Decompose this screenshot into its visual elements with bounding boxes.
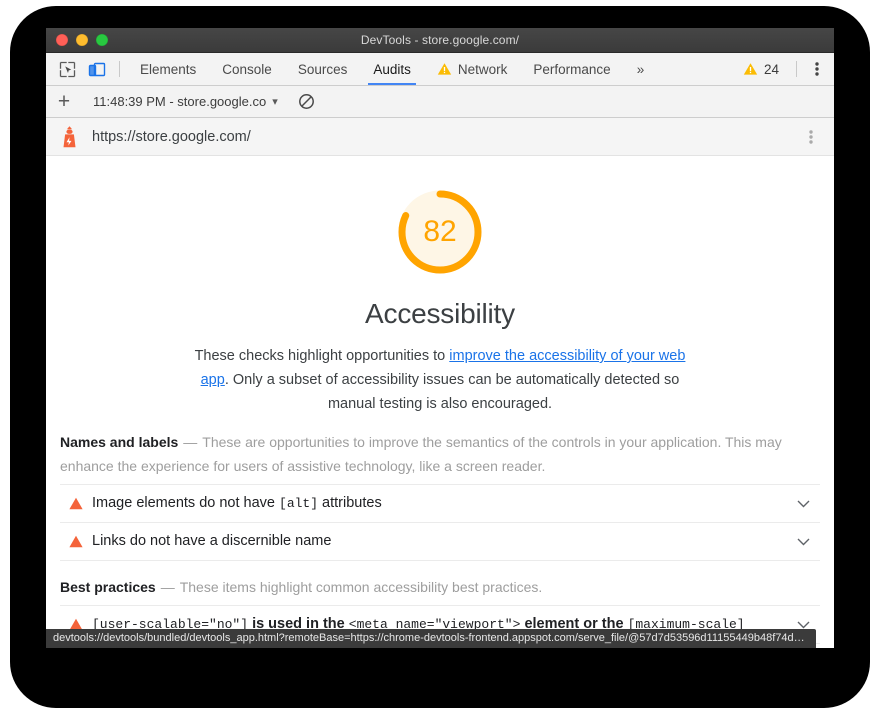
warning-count-label: 24 xyxy=(764,62,779,77)
tab-label: Performance xyxy=(533,62,610,77)
report-selector-dropdown[interactable]: 11:48:39 PM - store.google.co ▾ xyxy=(83,94,278,109)
description-text-part1: These checks highlight opportunities to xyxy=(195,348,450,364)
tab-overflow-button[interactable]: » xyxy=(624,53,658,85)
maximize-window-button[interactable] xyxy=(96,34,108,46)
kebab-menu-icon xyxy=(809,129,813,145)
chevron-down-icon[interactable] xyxy=(786,500,820,508)
description-text-part2: . Only a subset of accessibility issues … xyxy=(225,372,680,412)
tab-label: Elements xyxy=(140,62,196,77)
section-header: Best practices—These items highlight com… xyxy=(60,561,820,605)
tab-label: Network xyxy=(458,62,508,77)
score-gauge: 82 xyxy=(392,184,488,280)
warning-triangle-icon xyxy=(60,497,92,510)
report-body: 82 Accessibility These checks highlight … xyxy=(46,156,834,648)
kebab-menu-icon xyxy=(815,61,819,77)
toolbar-divider xyxy=(119,61,120,77)
audits-toolbar: + 11:48:39 PM - store.google.co ▾ xyxy=(46,86,834,118)
window-traffic-lights xyxy=(56,34,108,46)
warning-triangle-icon xyxy=(437,62,452,76)
tabstrip-spacer xyxy=(657,53,743,85)
tab-audits[interactable]: Audits xyxy=(360,53,424,85)
report-url-label: https://store.google.com/ xyxy=(92,129,788,145)
audit-title: Image elements do not have [alt] attribu… xyxy=(92,493,786,514)
audit-row[interactable]: Links do not have a discernible name xyxy=(60,522,820,561)
audit-title: Links do not have a discernible name xyxy=(92,531,786,552)
devtools-tabstrip: Elements Console Sources Audits Network … xyxy=(46,53,834,86)
section-names-and-labels: Names and labels—These are opportunities… xyxy=(46,416,834,561)
report-header: https://store.google.com/ xyxy=(46,118,834,156)
chevron-down-icon[interactable] xyxy=(786,538,820,546)
section-dash: — xyxy=(178,434,202,450)
section-dash: — xyxy=(156,579,180,595)
report-selector-label: 11:48:39 PM - store.google.co xyxy=(93,94,266,109)
chevron-down-icon[interactable] xyxy=(786,621,820,629)
section-title: Best practices xyxy=(60,579,156,595)
tab-console[interactable]: Console xyxy=(209,53,285,85)
toolbar-divider xyxy=(796,61,797,77)
minimize-window-button[interactable] xyxy=(76,34,88,46)
close-window-button[interactable] xyxy=(56,34,68,46)
tab-label: Console xyxy=(222,62,272,77)
devtools-main-menu-button[interactable] xyxy=(804,53,834,85)
devtools-window: DevTools - store.google.com/ Elements Co… xyxy=(46,28,834,648)
clear-all-icon[interactable] xyxy=(298,93,315,110)
warning-triangle-icon xyxy=(743,62,758,76)
chevron-down-icon: ▾ xyxy=(272,95,278,108)
tab-network[interactable]: Network xyxy=(424,53,521,85)
device-toolbar-icon[interactable] xyxy=(82,53,112,85)
section-description: These items highlight common accessibili… xyxy=(180,579,543,595)
status-bar-url: devtools://devtools/bundled/devtools_app… xyxy=(46,629,816,648)
tab-label: Audits xyxy=(373,62,411,77)
tab-sources[interactable]: Sources xyxy=(285,53,361,85)
double-chevron-right-icon: » xyxy=(637,62,645,77)
category-description: These checks highlight opportunities to … xyxy=(192,344,688,416)
tab-performance[interactable]: Performance xyxy=(520,53,623,85)
new-audit-button[interactable]: + xyxy=(46,91,82,112)
audit-row[interactable]: Image elements do not have [alt] attribu… xyxy=(60,484,820,522)
score-value: 82 xyxy=(392,184,488,280)
page-title: Accessibility xyxy=(46,298,834,330)
tab-label: Sources xyxy=(298,62,348,77)
score-gauge-wrapper: 82 xyxy=(46,156,834,280)
warning-triangle-icon xyxy=(60,535,92,548)
window-titlebar: DevTools - store.google.com/ xyxy=(46,28,834,53)
report-options-menu-button[interactable] xyxy=(788,129,834,145)
section-header: Names and labels—These are opportunities… xyxy=(60,416,820,484)
warning-count-badge[interactable]: 24 xyxy=(743,53,789,85)
tab-elements[interactable]: Elements xyxy=(127,53,209,85)
inspect-element-icon[interactable] xyxy=(52,53,82,85)
lighthouse-icon xyxy=(46,125,92,149)
section-title: Names and labels xyxy=(60,434,178,450)
window-title: DevTools - store.google.com/ xyxy=(46,33,834,47)
